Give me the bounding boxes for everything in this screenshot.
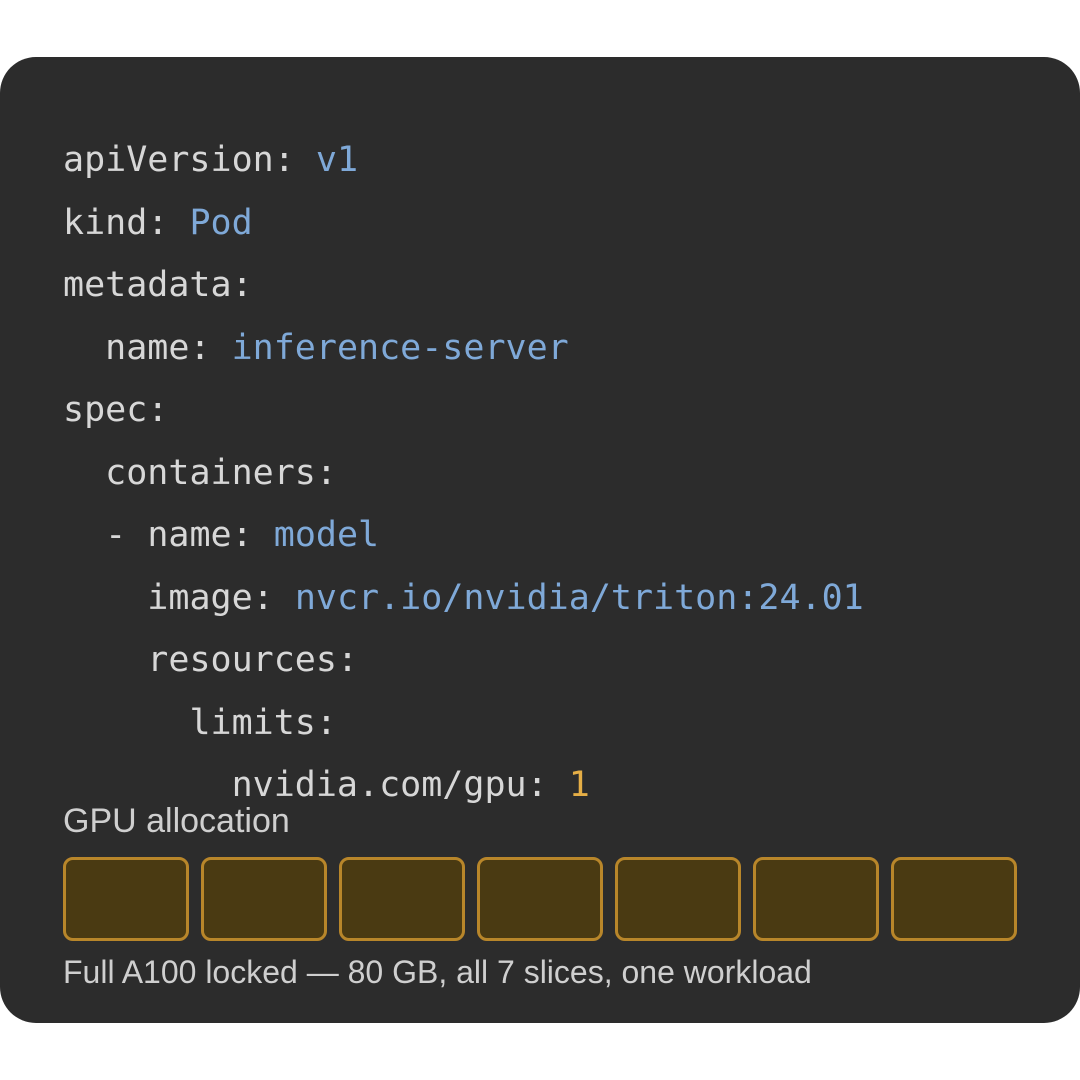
yaml-code-block: apiVersion: v1 kind: Pod metadata: name: i… [63,129,864,817]
yaml-line-apiversion: apiVersion: v1 [63,129,864,192]
gpu-slice [615,857,741,941]
container-name-key: name: [147,515,274,555]
metadata-key: metadata: [63,265,253,305]
limits-key: limits: [189,702,337,743]
gpu-allocation-caption: Full A100 locked — 80 GB, all 7 slices, … [63,954,812,990]
apiversion-key: apiVersion: [63,140,316,180]
image-value: nvcr.io/nvidia/triton:24.01 [294,577,864,618]
yaml-line-limits: limits: [63,692,864,755]
yaml-line-image: image: nvcr.io/nvidia/triton:24.01 [63,567,864,630]
resources-key: resources: [147,640,359,680]
image-key: image: [147,577,295,618]
gpu-slice [201,857,327,941]
gpu-value: 1 [568,765,590,805]
yaml-line-containers: containers: [63,442,864,505]
gpu-slice [753,857,879,941]
gpu-slice [891,857,1017,941]
gpu-slice [477,857,603,941]
yaml-card: apiVersion: v1 kind: Pod metadata: name: i… [0,57,1080,1023]
gpu-slice [63,857,189,941]
gpu-slice-bar [63,857,1017,941]
yaml-line-metadata: metadata: [63,254,864,317]
yaml-line-resources: resources: [63,629,864,692]
gpu-slice [339,857,465,941]
gpu-allocation-label: GPU allocation [63,802,290,840]
yaml-line-container-name: - name: model [63,504,864,567]
gpu-key: nvidia.com/gpu: [231,765,569,805]
list-dash: - [105,515,148,555]
yaml-line-metadata-name: name: inference-server [63,317,864,380]
containers-key: containers: [105,452,337,493]
kind-value: Pod [189,202,253,243]
yaml-line-spec: spec: [63,379,864,442]
spec-key: spec: [63,390,169,430]
metadata-name-value: inference-server [231,327,569,368]
apiversion-value: v1 [315,140,359,180]
kind-key: kind: [63,202,190,243]
container-name-value: model [273,515,380,555]
yaml-line-kind: kind: Pod [63,192,864,255]
metadata-name-key: name: [105,327,232,368]
